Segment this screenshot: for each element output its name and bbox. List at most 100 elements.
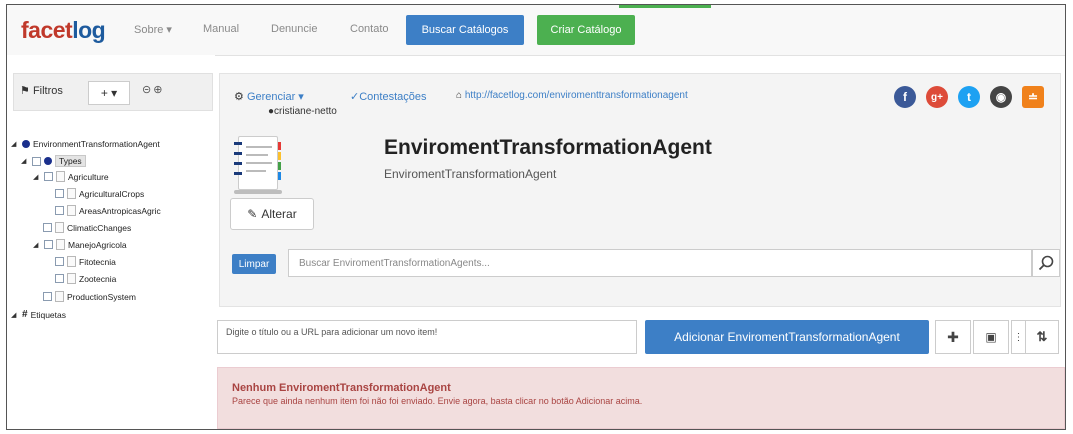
user-link[interactable]: ●cristiane-netto xyxy=(268,106,337,117)
google-plus-icon[interactable]: g+ xyxy=(926,86,948,108)
plus-icon: ✚ xyxy=(947,328,959,345)
add-item-button[interactable]: Adicionar EnviromentTransformationAgent xyxy=(645,320,929,354)
collapse-icon[interactable]: ⊝ xyxy=(142,84,153,96)
sidebar: ⚑ Filtros + ▾ ⊝⊕ ◢ EnvironmentTransforma… xyxy=(7,55,215,429)
home-icon: ⌂ xyxy=(456,90,463,101)
caret-down-icon[interactable]: ◢ xyxy=(33,173,41,181)
search-button[interactable] xyxy=(1032,249,1060,277)
tree-node-zootecnia[interactable]: Zootecnia xyxy=(55,273,116,284)
tree-node-types[interactable]: ◢ Types xyxy=(21,155,86,167)
hashtag-icon: # xyxy=(22,309,28,320)
nav-sobre[interactable]: Sobre ▾ xyxy=(134,23,172,36)
caret-down-icon[interactable]: ◢ xyxy=(11,140,19,148)
checkbox[interactable] xyxy=(44,240,53,249)
tree-root-label[interactable]: EnvironmentTransformationAgent xyxy=(33,139,160,149)
tree-node-label[interactable]: AreasAntropicasAgric xyxy=(79,206,161,216)
add-image-button[interactable]: ▣ xyxy=(973,320,1009,354)
limpar-button[interactable]: Limpar xyxy=(232,254,276,274)
nav-contato[interactable]: Contato xyxy=(350,23,389,35)
caret-down-icon[interactable]: ◢ xyxy=(21,157,29,165)
tree-node-label[interactable]: Fitotecnia xyxy=(79,257,116,267)
filtros-button[interactable]: ⚑ Filtros xyxy=(20,84,63,97)
catalog-url-label: http://facetlog.com/enviromenttransforma… xyxy=(464,90,688,101)
checkbox[interactable] xyxy=(55,257,64,266)
github-icon[interactable]: ◉ xyxy=(990,86,1012,108)
nav-denuncie[interactable]: Denuncie xyxy=(271,23,317,35)
tags-icon: ⚑ xyxy=(20,85,30,97)
tree-node-label[interactable]: ProductionSystem xyxy=(67,292,136,302)
checkbox[interactable] xyxy=(55,189,64,198)
document-icon xyxy=(67,205,76,216)
tree-node-label[interactable]: Zootecnia xyxy=(79,274,116,284)
document-icon xyxy=(67,188,76,199)
sort-icon: ⇅ xyxy=(1036,329,1048,344)
tree-node-fitotecnia[interactable]: Fitotecnia xyxy=(55,256,116,267)
category-dot-icon xyxy=(22,140,30,148)
checkbox[interactable] xyxy=(43,223,52,232)
tree-node-label[interactable]: Etiquetas xyxy=(31,310,66,320)
tree-node-etiquetas[interactable]: ◢ # Etiquetas xyxy=(11,309,66,320)
nav-manual[interactable]: Manual xyxy=(203,23,239,35)
filter-toolbar: ⚑ Filtros + ▾ ⊝⊕ xyxy=(13,73,213,111)
edit-check-icon: ✓ xyxy=(350,91,360,103)
brand-logo[interactable]: facetlog xyxy=(21,17,106,44)
tree-node-climatic-changes[interactable]: ClimaticChanges xyxy=(43,222,131,233)
empty-alert: Nenhum EnviromentTransformationAgent Par… xyxy=(217,367,1065,429)
filtros-label: Filtros xyxy=(32,85,63,97)
caret-down-icon[interactable]: ◢ xyxy=(33,241,41,249)
social-share-icons: f g+ t ◉ ≐ xyxy=(894,86,1044,108)
catalog-url-link[interactable]: ⌂ http://facetlog.com/enviromenttransfor… xyxy=(456,90,688,101)
alterar-label: Alterar xyxy=(261,207,297,221)
document-icon xyxy=(55,291,64,302)
contestacoes-label: Contestações xyxy=(359,91,427,103)
criar-catalogo-button[interactable]: Criar Catálogo xyxy=(537,15,635,45)
expand-icon[interactable]: ⊕ xyxy=(153,84,164,96)
checkbox[interactable] xyxy=(55,206,64,215)
add-more-button[interactable]: ⋮ xyxy=(1011,320,1025,354)
tree-node-label[interactable]: ManejoAgricola xyxy=(68,240,127,250)
gerenciar-label: Gerenciar ▾ xyxy=(246,91,304,103)
tree-node-production-system[interactable]: ProductionSystem xyxy=(43,291,136,302)
tree-node-areas-antropicas[interactable]: AreasAntropicasAgric xyxy=(55,205,161,216)
tree-node-label[interactable]: ClimaticChanges xyxy=(67,223,131,233)
catalog-header-panel: ⚙ Gerenciar ▾ ✓Contestações ⌂ http://fac… xyxy=(219,73,1061,307)
tree-node-agricultural-crops[interactable]: AgriculturalCrops xyxy=(55,188,144,199)
app-frame: facetlog Sobre ▾ Manual Denuncie Contato… xyxy=(6,4,1066,430)
alterar-button[interactable]: ✎ Alterar xyxy=(230,198,314,230)
brand-text-part2: log xyxy=(72,17,106,43)
sort-button[interactable]: ⇅ xyxy=(1025,320,1059,354)
tree-node-manejo-agricola[interactable]: ◢ ManejoAgricola xyxy=(33,239,127,250)
rss-icon[interactable]: ≐ xyxy=(1022,86,1044,108)
image-icon: ▣ xyxy=(985,330,997,344)
add-filter-button[interactable]: + ▾ xyxy=(88,81,130,105)
add-plus-button[interactable]: ✚ xyxy=(935,320,971,354)
checkbox[interactable] xyxy=(55,274,64,283)
tree-node-label[interactable]: Types xyxy=(55,155,86,167)
tree-node-label[interactable]: AgriculturalCrops xyxy=(79,189,144,199)
catalog-book-icon xyxy=(234,136,282,194)
tree-node-label[interactable]: Agriculture xyxy=(68,172,109,182)
more-icon: ⋮ xyxy=(1013,331,1024,343)
new-item-input[interactable] xyxy=(217,320,637,354)
filter-toggle-icons[interactable]: ⊝⊕ xyxy=(142,83,164,96)
tree-node-agriculture[interactable]: ◢ Agriculture xyxy=(33,171,109,182)
twitter-icon[interactable]: t xyxy=(958,86,980,108)
tree-root[interactable]: ◢ EnvironmentTransformationAgent xyxy=(11,139,160,149)
contestacoes-link[interactable]: ✓Contestações xyxy=(350,90,426,103)
gerenciar-dropdown[interactable]: ⚙ Gerenciar ▾ xyxy=(234,90,304,103)
pencil-icon: ✎ xyxy=(247,207,258,221)
caret-down-icon[interactable]: ◢ xyxy=(11,311,19,319)
brand-text-part1: facet xyxy=(21,17,73,43)
search-input[interactable] xyxy=(288,249,1032,277)
category-dot-icon xyxy=(44,157,52,165)
alert-title: Nenhum EnviromentTransformationAgent xyxy=(232,382,451,394)
alert-message: Parece que ainda nenhum item foi não foi… xyxy=(232,396,643,406)
checkbox[interactable] xyxy=(32,156,41,166)
document-icon xyxy=(67,256,76,267)
checkbox[interactable] xyxy=(44,172,53,181)
user-label: cristiane-netto xyxy=(274,106,337,117)
checkbox[interactable] xyxy=(43,292,52,301)
gear-icon: ⚙ xyxy=(234,91,244,103)
buscar-catalogos-button[interactable]: Buscar Catálogos xyxy=(406,15,524,45)
facebook-icon[interactable]: f xyxy=(894,86,916,108)
